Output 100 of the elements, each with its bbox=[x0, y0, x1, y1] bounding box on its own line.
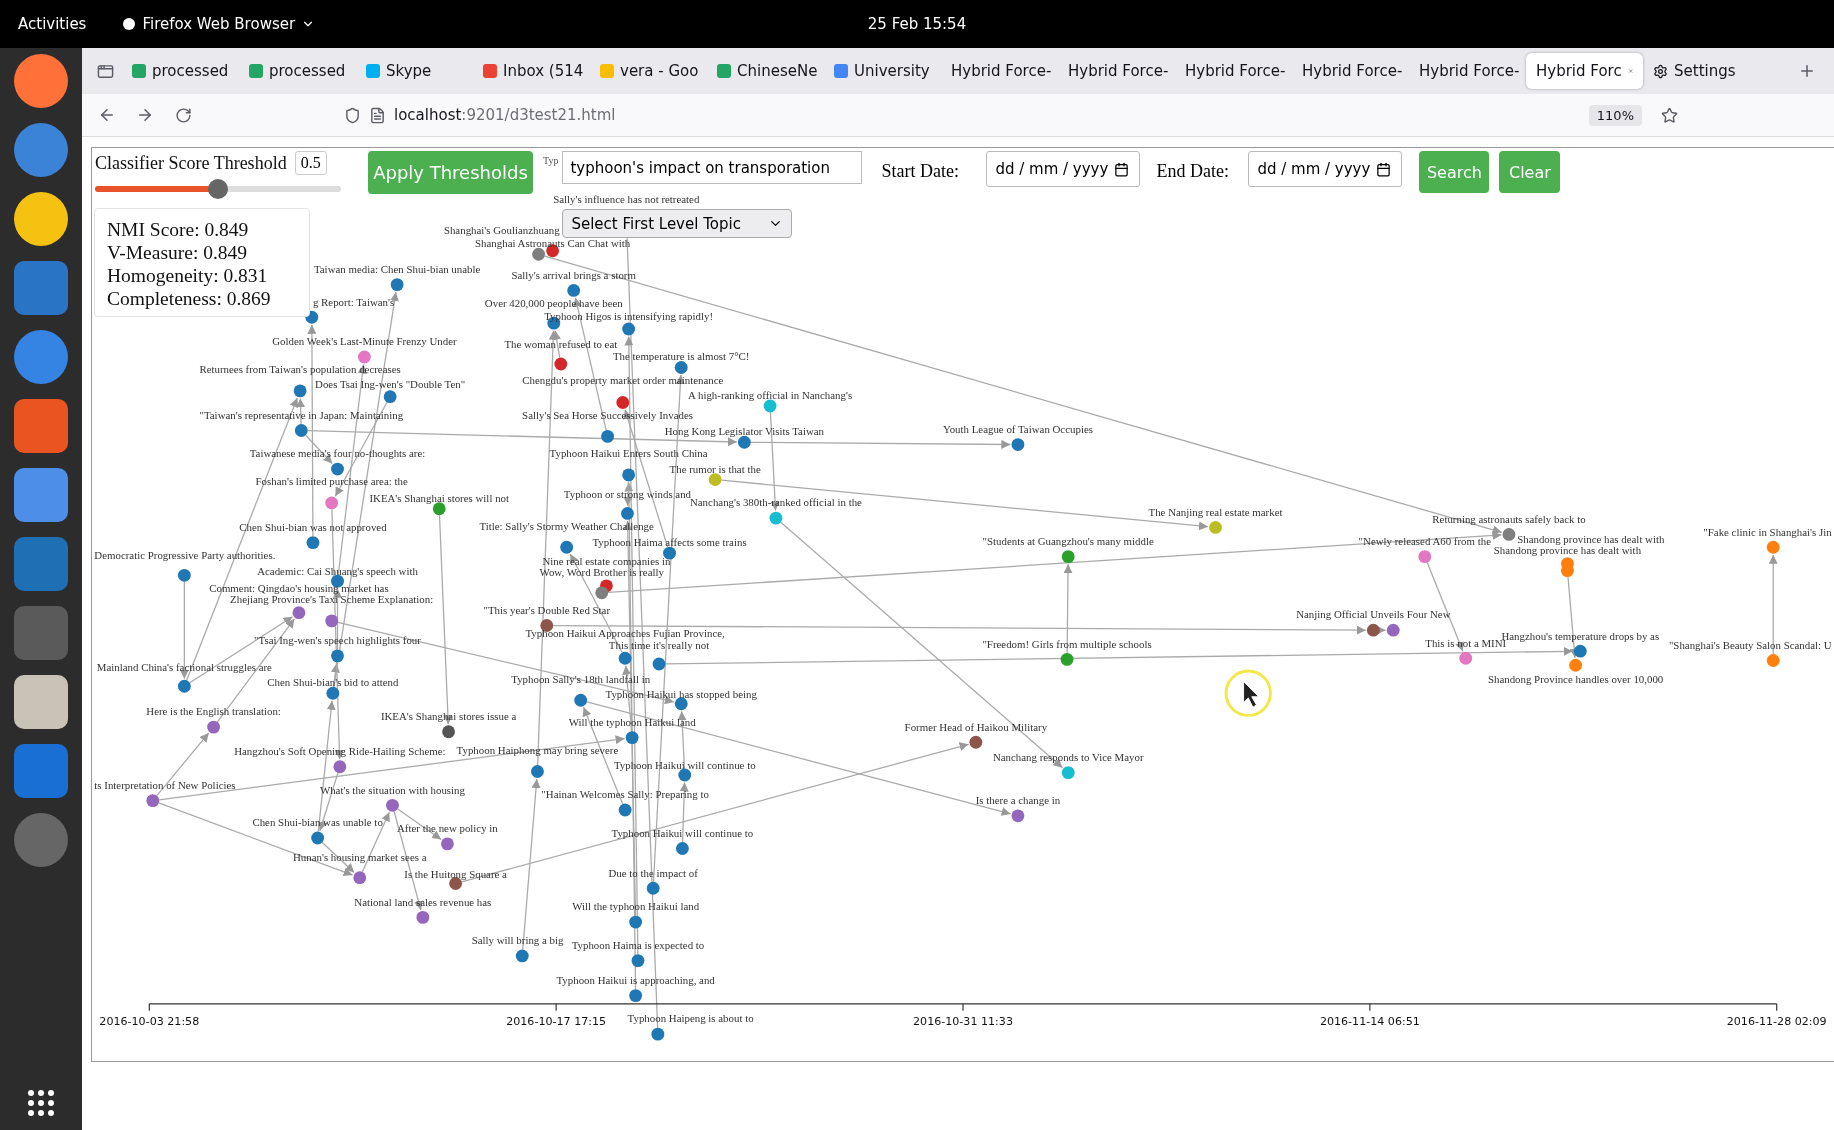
topic-select[interactable]: Select First Level Topic bbox=[562, 209, 793, 238]
graph-node[interactable] bbox=[763, 399, 777, 413]
graph-node[interactable] bbox=[737, 435, 751, 449]
graph-node[interactable] bbox=[1061, 766, 1075, 780]
graph-node[interactable] bbox=[652, 657, 666, 671]
threshold-slider[interactable] bbox=[95, 179, 341, 199]
graph-node[interactable] bbox=[333, 760, 347, 774]
graph-node[interactable] bbox=[532, 247, 546, 261]
graph-node[interactable] bbox=[1011, 809, 1025, 823]
graph-node[interactable] bbox=[629, 915, 643, 929]
browser-tab[interactable]: Hybrid Force- bbox=[1409, 53, 1526, 89]
browser-tab[interactable]: Inbox (514 bbox=[473, 53, 590, 89]
app-icon[interactable] bbox=[14, 468, 68, 522]
graph-node[interactable] bbox=[554, 357, 568, 371]
browser-tab[interactable]: University bbox=[824, 53, 941, 89]
graph-node[interactable] bbox=[306, 536, 320, 550]
graph-node[interactable] bbox=[294, 424, 308, 437]
graph-node[interactable] bbox=[146, 794, 160, 808]
graph-node[interactable] bbox=[1418, 550, 1432, 564]
graph-node[interactable] bbox=[1766, 654, 1780, 667]
graph-node[interactable] bbox=[416, 910, 430, 924]
graph-node[interactable] bbox=[531, 765, 544, 778]
graph-node[interactable] bbox=[326, 686, 340, 700]
graph-node[interactable] bbox=[1060, 652, 1074, 666]
graph-node[interactable] bbox=[1561, 564, 1574, 578]
graph-node[interactable] bbox=[674, 361, 688, 374]
graph-node[interactable] bbox=[325, 496, 339, 510]
graph-node[interactable] bbox=[622, 468, 636, 482]
start-date-field[interactable]: dd / mm / yyyy bbox=[986, 151, 1141, 187]
graph-node[interactable] bbox=[442, 725, 455, 739]
graph-node[interactable] bbox=[540, 619, 554, 632]
graph-node[interactable] bbox=[674, 697, 688, 711]
graph-node[interactable] bbox=[567, 284, 581, 297]
browser-tab[interactable]: Settings bbox=[1643, 53, 1760, 89]
browser-tab[interactable]: ChineseNe bbox=[707, 53, 824, 89]
app-icon[interactable] bbox=[14, 675, 68, 729]
graph-node[interactable] bbox=[177, 679, 191, 693]
graph-node[interactable] bbox=[601, 429, 614, 443]
graph-node[interactable] bbox=[325, 614, 339, 628]
graph-node[interactable] bbox=[441, 837, 454, 851]
graph-node[interactable] bbox=[358, 350, 371, 364]
graph-node[interactable] bbox=[292, 606, 306, 620]
apps-grid-icon[interactable] bbox=[26, 1088, 56, 1118]
graph-node[interactable] bbox=[560, 540, 574, 554]
zoom-level[interactable]: 110% bbox=[1588, 104, 1642, 126]
graph-node[interactable] bbox=[1573, 644, 1587, 658]
browser-tab[interactable]: Hybrid Force- bbox=[1175, 53, 1292, 89]
graph-node[interactable] bbox=[515, 949, 529, 963]
graph-node[interactable] bbox=[1011, 438, 1025, 451]
app-icon[interactable] bbox=[14, 192, 68, 246]
graph-node[interactable] bbox=[177, 568, 191, 582]
graph-node[interactable] bbox=[331, 462, 344, 476]
graph-node[interactable] bbox=[663, 546, 676, 560]
query-input[interactable]: typhoon's impact on transporation bbox=[562, 151, 863, 184]
graph-node[interactable] bbox=[207, 720, 220, 734]
graph-node[interactable] bbox=[353, 871, 367, 885]
graph-node[interactable] bbox=[676, 842, 689, 855]
app-icon[interactable] bbox=[14, 399, 68, 453]
graph-node[interactable] bbox=[1061, 550, 1075, 564]
browser-tab[interactable]: Hybrid Force- bbox=[941, 53, 1058, 89]
graph-node[interactable] bbox=[574, 693, 588, 707]
graph-node[interactable] bbox=[678, 768, 692, 782]
graph-node[interactable] bbox=[616, 396, 630, 409]
shield-icon[interactable] bbox=[344, 106, 361, 124]
browser-tab[interactable]: processed bbox=[122, 53, 239, 89]
browser-tab[interactable]: Hybrid Force- bbox=[1058, 53, 1175, 89]
clock[interactable]: 25 Feb 15:54 bbox=[867, 15, 967, 33]
app-icon[interactable] bbox=[14, 54, 68, 108]
graph-node[interactable] bbox=[1766, 540, 1780, 554]
graph-node[interactable] bbox=[595, 586, 609, 600]
graph-node[interactable] bbox=[386, 798, 399, 812]
browser-tab[interactable]: Skype bbox=[356, 53, 473, 89]
graph-node[interactable] bbox=[432, 502, 446, 516]
browser-tab[interactable]: Hybrid Force- bbox=[1292, 53, 1409, 89]
graph-node[interactable] bbox=[969, 735, 983, 749]
graph-node[interactable] bbox=[383, 390, 397, 404]
graph-node[interactable] bbox=[621, 507, 634, 520]
address-field[interactable]: localhost:9201/d3test21.html bbox=[394, 106, 616, 124]
graph-node[interactable] bbox=[622, 322, 636, 336]
activities-button[interactable]: Activities bbox=[18, 15, 87, 33]
graph-node[interactable] bbox=[1569, 658, 1583, 672]
browser-tab[interactable]: Hybrid Forc bbox=[1526, 53, 1643, 89]
browser-tab[interactable]: vera - Goo bbox=[590, 53, 707, 89]
graph-node[interactable] bbox=[618, 803, 632, 817]
graph-node[interactable] bbox=[1209, 521, 1222, 534]
graph-node[interactable] bbox=[646, 881, 660, 895]
end-date-field[interactable]: dd / mm / yyyy bbox=[1248, 151, 1403, 187]
graph-node[interactable] bbox=[625, 731, 639, 744]
graph-node[interactable] bbox=[769, 511, 783, 525]
threshold-value[interactable]: 0.5 bbox=[294, 151, 327, 175]
graph-node[interactable] bbox=[1502, 528, 1516, 541]
app-menu[interactable]: Firefox Web Browser bbox=[122, 15, 316, 33]
graph-node[interactable] bbox=[1459, 651, 1473, 665]
graph-node[interactable] bbox=[629, 989, 643, 1003]
graph-node[interactable] bbox=[631, 954, 645, 967]
graph-node[interactable] bbox=[708, 473, 722, 486]
graph-node[interactable] bbox=[331, 649, 344, 663]
app-icon[interactable] bbox=[14, 330, 68, 384]
graph-node[interactable] bbox=[390, 278, 404, 291]
graph-node[interactable] bbox=[311, 831, 325, 845]
